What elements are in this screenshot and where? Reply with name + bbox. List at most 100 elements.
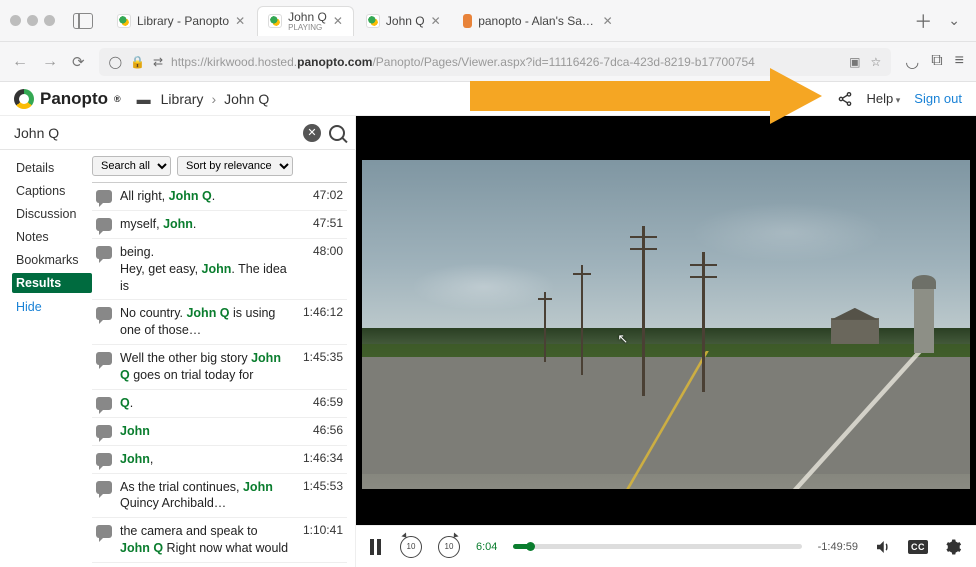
tab-overflow-button[interactable]: ⌄ [942,9,966,32]
breadcrumb: Library › John Q [161,91,270,107]
clear-search-button[interactable]: ✕ [303,124,321,142]
trademark: ® [114,94,121,104]
browser-tab[interactable]: Library - Panopto ✕ [107,6,255,36]
result-text: John, [120,451,289,468]
result-text: Q. [120,395,299,412]
result-time: 46:56 [307,423,343,437]
extensions-icon[interactable]: ⧉ [931,52,942,72]
search-result[interactable]: John, 1:46:34 [92,445,347,473]
caption-icon [96,352,112,365]
search-result[interactable]: happen if John had just been friggin…1:0… [92,562,347,567]
help-menu[interactable]: Help [867,91,901,106]
back-button[interactable]: ← [12,53,28,71]
forward-10-button[interactable]: 10 [438,536,460,558]
side-tab-results[interactable]: Results [12,273,92,293]
result-time: 1:45:35 [297,350,343,364]
search-icon[interactable] [329,125,345,141]
favicon [117,14,131,28]
close-tab-button[interactable]: ✕ [235,14,245,28]
side-tab-bookmarks[interactable]: Bookmarks [12,250,92,270]
panopto-header: Panopto® ▬ Library › John Q Help Sign ou… [0,82,976,116]
search-result[interactable]: the camera and speak to John Q Right now… [92,517,347,562]
search-result[interactable]: Q. 46:59 [92,389,347,417]
main-split: ✕ Details Captions Discussion Notes Bookmark… [0,116,976,567]
close-tab-button[interactable]: ✕ [333,14,343,28]
search-result[interactable]: John 46:56 [92,417,347,445]
settings-button[interactable] [944,538,962,556]
result-time: 47:51 [307,216,343,230]
search-input[interactable] [14,125,303,141]
breadcrumb-separator: › [211,91,216,107]
result-time: 1:46:34 [297,451,343,465]
caption-icon [96,425,112,438]
search-result[interactable]: As the trial continues, John Quincy Arch… [92,473,347,518]
result-time: 46:59 [307,395,343,409]
new-tab-button[interactable]: ＋ [912,8,934,34]
url-text: https://kirkwood.hosted.panopto.com/Pano… [171,55,755,69]
current-time: 6:04 [476,541,497,553]
side-tab-details[interactable]: Details [12,158,92,178]
result-text: All right, John Q. [120,188,299,205]
results-column: Search all Sort by relevance All right, … [92,150,355,567]
result-time: 1:46:12 [297,305,343,319]
close-tab-button[interactable]: ✕ [431,14,441,28]
logo-icon [14,89,34,109]
browser-right-icons: ◡ ⧉ ≡ [905,52,964,72]
search-result[interactable]: No country. John Q is using one of those… [92,299,347,344]
browser-tab-strip: Library - Panopto✕John QPLAYING✕John Q✕p… [0,0,976,42]
captions-button[interactable]: CC [908,540,928,554]
browser-tab[interactable]: John QPLAYING ✕ [257,6,354,36]
volume-button[interactable] [874,538,892,556]
search-result[interactable]: All right, John Q.47:02 [92,182,347,210]
result-text: John [120,423,299,440]
side-tabs: Details Captions Discussion Notes Bookmarks R… [0,150,92,567]
sort-select[interactable]: Sort by relevance [177,156,293,176]
search-result[interactable]: Well the other big story John Q goes on … [92,344,347,389]
favicon [366,14,380,28]
caption-icon [96,190,112,203]
reader-icon[interactable]: ▣ [849,55,860,69]
result-time: 1:45:53 [297,479,343,493]
tab-label: Library - Panopto [137,14,229,28]
reload-button[interactable]: ⟳ [72,53,85,71]
tab-label: panopto - Alan's Sandbox Cou… [478,14,596,28]
address-bar[interactable]: ◯ 🔒 ⇄ https://kirkwood.hosted.panopto.co… [99,48,892,76]
rewind-10-button[interactable]: 10 [400,536,422,558]
browser-tab[interactable]: panopto - Alan's Sandbox Cou… ✕ [453,6,623,36]
hide-panel-link[interactable]: Hide [12,297,92,317]
caption-icon [96,218,112,231]
panopto-logo[interactable]: Panopto® [14,89,121,109]
tab-label: John Q [288,10,327,24]
menu-icon[interactable]: ≡ [955,52,964,72]
seek-bar[interactable] [513,544,801,549]
caption-icon [96,307,112,320]
folder-icon: ▬ [137,91,151,107]
star-icon[interactable]: ☆ [870,55,881,69]
pocket-icon[interactable]: ◡ [905,52,919,72]
window-traffic-lights [10,15,55,26]
result-text: Well the other big story John Q goes on … [120,350,289,384]
close-tab-button[interactable]: ✕ [603,14,613,28]
caption-icon [96,246,112,259]
result-text: As the trial continues, John Quincy Arch… [120,479,289,513]
side-tab-notes[interactable]: Notes [12,227,92,247]
search-result[interactable]: myself, John.47:51 [92,210,347,238]
browser-tab[interactable]: John Q✕ [356,6,451,36]
caption-icon [96,453,112,466]
side-tab-discussion[interactable]: Discussion [12,204,92,224]
sign-out-link[interactable]: Sign out [914,91,962,106]
video-still: ↖ [362,160,970,489]
search-scope-select[interactable]: Search all [92,156,171,176]
breadcrumb-library[interactable]: Library [161,91,204,107]
share-button[interactable] [837,91,853,107]
result-text: No country. John Q is using one of those… [120,305,289,339]
tab-sublabel: PLAYING [288,24,327,32]
forward-button[interactable]: → [42,53,58,71]
result-text: being.Hey, get easy, John. The idea is [120,244,299,295]
sidebar-toggle-icon[interactable] [73,13,93,29]
pause-button[interactable] [370,539,384,555]
search-result[interactable]: being.Hey, get easy, John. The idea is48… [92,238,347,300]
video-frame[interactable]: ↖ [362,124,970,525]
side-tab-captions[interactable]: Captions [12,181,92,201]
address-actions: ▣ ☆ [849,55,881,69]
